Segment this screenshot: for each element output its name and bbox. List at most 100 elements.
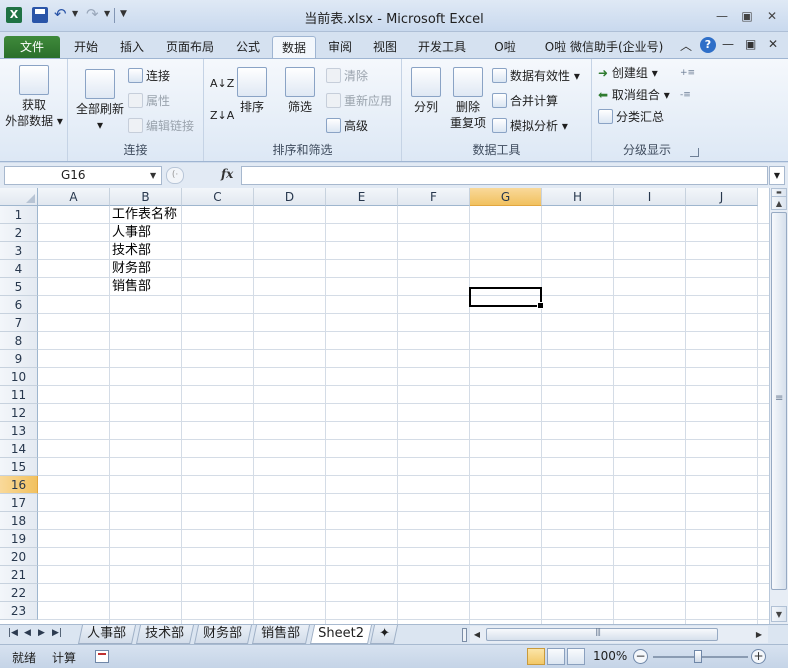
- close-icon[interactable]: ✕: [762, 8, 782, 24]
- what-if-analysis-button[interactable]: 模拟分析 ▾: [492, 117, 568, 135]
- tab-insert[interactable]: 插入: [110, 36, 154, 58]
- zoom-out-icon[interactable]: −: [633, 649, 648, 664]
- status-calculate[interactable]: 计算: [52, 649, 76, 666]
- tab-data[interactable]: 数据: [272, 36, 316, 58]
- active-cell-g16[interactable]: [469, 287, 544, 309]
- column-header-f[interactable]: F: [398, 188, 470, 206]
- insert-sheet-icon[interactable]: ✦: [369, 625, 399, 644]
- doc-restore-icon[interactable]: ▣: [745, 37, 756, 51]
- zoom-in-icon[interactable]: +: [751, 649, 766, 664]
- page-break-view-button[interactable]: [567, 648, 585, 665]
- macro-record-icon[interactable]: [95, 650, 109, 663]
- row-header-23[interactable]: 23: [0, 602, 38, 620]
- group-button[interactable]: ➜ 创建组 ▾: [598, 64, 658, 82]
- name-box[interactable]: G16: [4, 166, 162, 185]
- cell-b4[interactable]: 财务部: [110, 260, 151, 278]
- horizontal-scrollbar[interactable]: ◀ ▶: [470, 626, 768, 643]
- doc-close-icon[interactable]: ✕: [768, 37, 778, 51]
- row-header-18[interactable]: 18: [0, 512, 38, 530]
- sheet-tab-hr[interactable]: 人事部: [77, 625, 137, 644]
- advanced-filter-button[interactable]: 高级: [326, 117, 368, 135]
- row-header-12[interactable]: 12: [0, 404, 38, 422]
- ungroup-button[interactable]: ⬅ 取消组合 ▾: [598, 86, 670, 104]
- row-header-11[interactable]: 11: [0, 386, 38, 404]
- tab-page-layout[interactable]: 页面布局: [158, 36, 222, 58]
- horizontal-split-box[interactable]: [462, 628, 467, 642]
- show-detail-icon[interactable]: +≡: [680, 64, 695, 82]
- clear-filter-button[interactable]: 清除: [326, 67, 368, 85]
- first-sheet-icon[interactable]: |◀: [8, 628, 18, 638]
- last-sheet-icon[interactable]: ▶|: [52, 628, 62, 638]
- sheet-tab-sales[interactable]: 销售部: [251, 625, 311, 644]
- row-header-15[interactable]: 15: [0, 458, 38, 476]
- sheet-tab-tech[interactable]: 技术部: [135, 625, 195, 644]
- minimize-icon[interactable]: —: [712, 8, 732, 24]
- tab-review[interactable]: 审阅: [318, 36, 362, 58]
- row-header-22[interactable]: 22: [0, 584, 38, 602]
- vertical-scrollbar[interactable]: ▬ ▲ ▼: [769, 188, 788, 624]
- sheet-tab-finance[interactable]: 财务部: [193, 625, 253, 644]
- column-header-d[interactable]: D: [254, 188, 326, 206]
- consolidate-button[interactable]: 合并计算: [492, 92, 558, 110]
- formula-input[interactable]: [241, 166, 768, 185]
- hide-detail-icon[interactable]: -≡: [680, 86, 691, 104]
- data-validation-button[interactable]: 数据有效性 ▾: [492, 67, 580, 85]
- row-header-19[interactable]: 19: [0, 530, 38, 548]
- row-header-16[interactable]: 16: [0, 476, 38, 494]
- row-header-2[interactable]: 2: [0, 224, 38, 242]
- zoom-level[interactable]: 100%: [593, 649, 627, 663]
- doc-minimize-icon[interactable]: —: [722, 37, 734, 51]
- horizontal-scroll-thumb[interactable]: [486, 627, 718, 641]
- formula-bar-resize-icon[interactable]: (·: [166, 167, 184, 184]
- scroll-down-icon[interactable]: ▼: [771, 606, 787, 622]
- edit-links-button[interactable]: 编辑链接: [128, 117, 194, 135]
- normal-view-button[interactable]: [527, 648, 545, 665]
- row-header-3[interactable]: 3: [0, 242, 38, 260]
- tab-home[interactable]: 开始: [64, 36, 108, 58]
- connections-button[interactable]: 连接: [128, 67, 170, 85]
- insert-function-icon[interactable]: fx: [221, 167, 233, 181]
- row-header-17[interactable]: 17: [0, 494, 38, 512]
- row-header-13[interactable]: 13: [0, 422, 38, 440]
- column-header-c[interactable]: C: [182, 188, 254, 206]
- filter-button[interactable]: 筛选: [282, 67, 318, 115]
- column-header-j[interactable]: J: [686, 188, 758, 206]
- refresh-all-button[interactable]: 全部刷新 ▾: [72, 69, 128, 133]
- expand-formula-bar-icon[interactable]: ▼: [769, 166, 785, 185]
- tab-developer[interactable]: 开发工具: [410, 36, 474, 58]
- subtotal-button[interactable]: 分类汇总: [598, 108, 664, 126]
- tab-ola[interactable]: O啦: [482, 36, 528, 58]
- vertical-scroll-thumb[interactable]: [771, 212, 787, 590]
- row-header-14[interactable]: 14: [0, 440, 38, 458]
- column-header-e[interactable]: E: [326, 188, 398, 206]
- tab-file[interactable]: 文件: [4, 36, 60, 58]
- row-header-21[interactable]: 21: [0, 566, 38, 584]
- column-header-b[interactable]: B: [110, 188, 182, 206]
- row-header-9[interactable]: 9: [0, 350, 38, 368]
- text-to-columns-button[interactable]: 分列: [408, 67, 444, 115]
- tab-view[interactable]: 视图: [363, 36, 407, 58]
- row-header-20[interactable]: 20: [0, 548, 38, 566]
- row-header-10[interactable]: 10: [0, 368, 38, 386]
- sort-button[interactable]: 排序: [234, 67, 270, 115]
- column-header-a[interactable]: A: [38, 188, 110, 206]
- sheet-tab-sheet2[interactable]: Sheet2: [309, 625, 373, 644]
- scroll-right-icon[interactable]: ▶: [752, 627, 766, 642]
- zoom-slider-thumb[interactable]: [694, 650, 702, 663]
- help-icon[interactable]: ?: [700, 37, 716, 53]
- get-external-data-button[interactable]: 获取 外部数据 ▾: [4, 65, 64, 129]
- row-header-5[interactable]: 5: [0, 278, 38, 296]
- scroll-up-icon[interactable]: ▲: [771, 196, 787, 210]
- scroll-left-icon[interactable]: ◀: [470, 627, 484, 642]
- properties-button[interactable]: 属性: [128, 92, 170, 110]
- cell-b1[interactable]: 工作表名称: [110, 206, 177, 224]
- row-header-4[interactable]: 4: [0, 260, 38, 278]
- cell-b2[interactable]: 人事部: [110, 224, 151, 242]
- column-header-i[interactable]: I: [614, 188, 686, 206]
- column-header-g[interactable]: G: [470, 188, 542, 206]
- row-header-8[interactable]: 8: [0, 332, 38, 350]
- row-header-6[interactable]: 6: [0, 296, 38, 314]
- cell-b3[interactable]: 技术部: [110, 242, 151, 260]
- tab-ola-wechat[interactable]: O啦 微信助手(企业号): [538, 36, 670, 58]
- remove-duplicates-button[interactable]: 删除 重复项: [448, 67, 488, 131]
